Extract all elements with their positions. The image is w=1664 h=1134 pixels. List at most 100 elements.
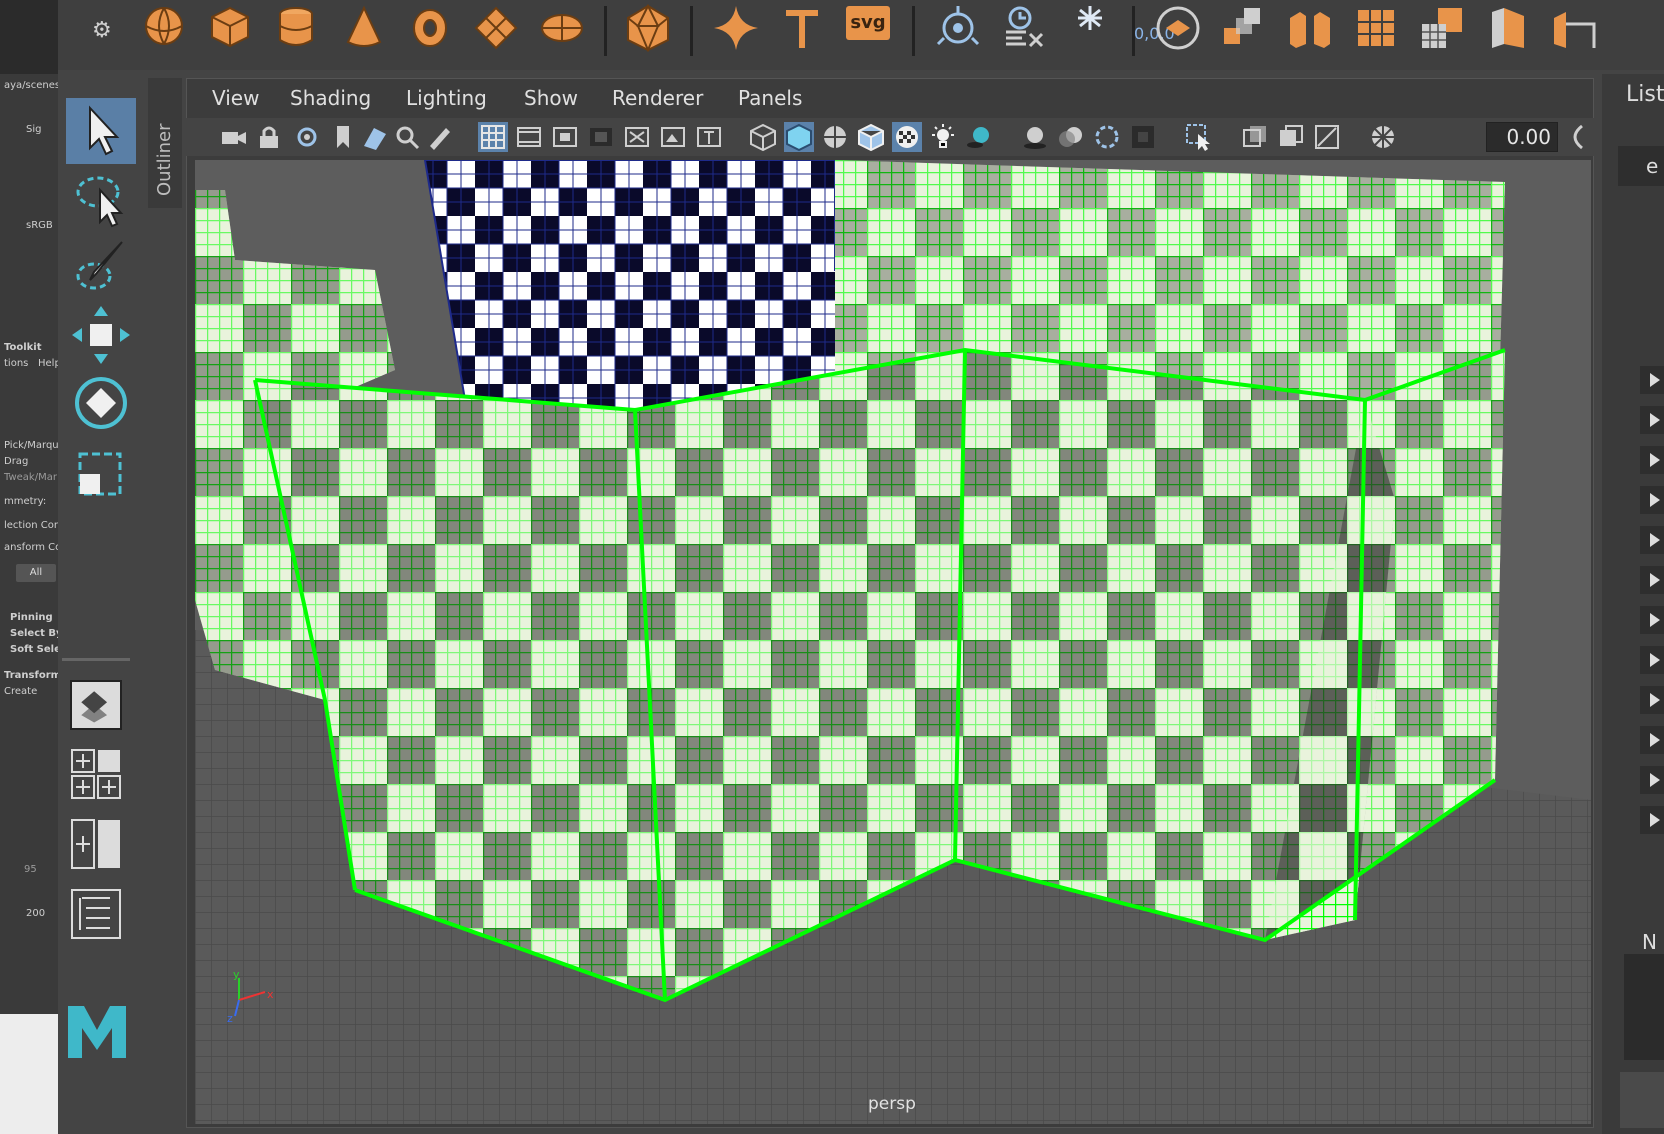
menu-renderer[interactable]: Renderer (612, 86, 703, 110)
shadows-icon[interactable] (964, 122, 994, 152)
combine-icon[interactable] (1220, 4, 1268, 52)
transform-section[interactable]: Transform (4, 670, 58, 681)
bookmark-icon[interactable] (328, 122, 358, 152)
cone-icon[interactable] (340, 4, 388, 52)
paint-select-tool[interactable] (66, 234, 136, 300)
field-chart-icon[interactable] (622, 122, 652, 152)
use-all-lights-icon[interactable] (928, 122, 958, 152)
expand-arrow[interactable] (1640, 486, 1664, 514)
history-delete-icon[interactable] (1000, 4, 1048, 52)
sign-in-button[interactable]: Sig (26, 124, 41, 135)
select-by-section[interactable]: Select By (10, 628, 58, 639)
pinning-section[interactable]: Pinning (10, 612, 53, 623)
expand-arrow[interactable] (1640, 766, 1664, 794)
right-footer-button[interactable] (1620, 1072, 1664, 1128)
expand-arrow[interactable] (1640, 526, 1664, 554)
expand-arrow[interactable] (1640, 566, 1664, 594)
wireframe-shading-icon[interactable] (748, 122, 778, 152)
xray-joints-icon[interactable] (1312, 122, 1342, 152)
platonic-solid-icon[interactable] (624, 4, 672, 52)
grid-extract-icon[interactable] (1352, 4, 1400, 52)
layer-stack-icon[interactable] (1154, 4, 1202, 52)
bevel-icon[interactable] (1484, 4, 1532, 52)
cube-icon[interactable] (206, 4, 254, 52)
right-tab[interactable]: e (1618, 146, 1664, 186)
gate-mask-icon[interactable] (586, 122, 616, 152)
textured-icon[interactable] (892, 122, 922, 152)
xray-icon[interactable] (1240, 122, 1270, 152)
scale-tool[interactable] (66, 440, 136, 506)
svg-icon[interactable]: svg (846, 6, 890, 40)
outliner-tab[interactable]: Outliner (148, 78, 182, 208)
sparkle-icon[interactable] (712, 4, 760, 52)
expand-arrow[interactable] (1640, 806, 1664, 834)
lasso-tool[interactable] (66, 166, 136, 232)
grease-pencil-icon[interactable] (424, 122, 454, 152)
screen-space-ao-icon[interactable] (1020, 122, 1050, 152)
select-tool[interactable] (66, 98, 136, 164)
sphere-icon[interactable] (140, 4, 188, 52)
menu-panels[interactable]: Panels (738, 86, 802, 110)
single-perspective-layout-button[interactable] (70, 680, 122, 730)
soft-select-section[interactable]: Soft Selec (10, 644, 58, 655)
camera-attributes-icon[interactable] (292, 122, 322, 152)
expand-arrow[interactable] (1640, 726, 1664, 754)
exposure-icon[interactable] (1368, 122, 1398, 152)
disc-icon[interactable] (538, 4, 586, 52)
expand-arrow[interactable] (1640, 646, 1664, 674)
options-menu[interactable]: tions (4, 358, 28, 369)
torus-icon[interactable] (406, 4, 454, 52)
all-button[interactable]: All (16, 564, 56, 582)
2d-pan-zoom-icon[interactable] (392, 122, 422, 152)
smooth-mesh-icon[interactable] (1418, 4, 1466, 52)
drag-option[interactable]: Drag (4, 456, 28, 467)
tweak-marquee-option[interactable]: Tweak/Mar (4, 472, 57, 483)
isolate-select-icon[interactable] (1184, 122, 1214, 152)
help-menu[interactable]: Help (38, 358, 58, 369)
expand-arrow[interactable] (1640, 606, 1664, 634)
safe-action-icon[interactable] (658, 122, 688, 152)
expand-arrow[interactable] (1640, 406, 1664, 434)
bridge-icon[interactable] (1550, 4, 1598, 52)
motion-blur-icon[interactable] (1056, 122, 1086, 152)
anti-aliasing-icon[interactable] (1092, 122, 1122, 152)
four-view-layout-button[interactable] (70, 748, 122, 800)
menu-lighting[interactable]: Lighting (406, 86, 487, 110)
cylinder-icon[interactable] (272, 4, 320, 52)
pivot-icon[interactable] (934, 4, 982, 52)
text-tool-icon[interactable] (778, 4, 826, 52)
select-camera-icon[interactable] (218, 122, 248, 152)
separate-icon[interactable] (1286, 4, 1334, 52)
rotate-tool[interactable] (66, 370, 136, 436)
depth-of-field-icon[interactable] (1128, 122, 1158, 152)
frame-200-field[interactable]: 200 (26, 908, 45, 919)
settings-gear-icon[interactable]: ⚙ (92, 18, 112, 43)
gamma-toggle-icon[interactable] (1566, 122, 1586, 152)
resolution-gate-icon[interactable] (550, 122, 580, 152)
freeze-transforms-icon[interactable] (1066, 4, 1114, 52)
pick-marquee-option[interactable]: Pick/Marqu (4, 440, 58, 451)
safe-title-icon[interactable] (694, 122, 724, 152)
smooth-shading-icon[interactable] (784, 122, 814, 152)
create-section[interactable]: Create (4, 686, 37, 697)
image-plane-icon[interactable] (360, 122, 390, 152)
two-view-layout-button[interactable] (70, 818, 122, 870)
film-gate-icon[interactable] (514, 122, 544, 152)
outliner-layout-button[interactable] (70, 888, 122, 940)
perspective-viewport[interactable]: y x z (195, 160, 1591, 1124)
expand-arrow[interactable] (1640, 446, 1664, 474)
menu-shading[interactable]: Shading (290, 86, 371, 110)
gamma-field[interactable]: 0.00 (1486, 122, 1558, 152)
plane-icon[interactable] (472, 4, 520, 52)
grid-toggle-icon[interactable] (478, 122, 508, 152)
menu-view[interactable]: View (212, 86, 259, 110)
list-menu[interactable]: List (1626, 82, 1664, 107)
xray-active-components-icon[interactable] (1276, 122, 1306, 152)
lock-camera-icon[interactable] (254, 122, 284, 152)
expand-arrow[interactable] (1640, 366, 1664, 394)
expand-arrow[interactable] (1640, 686, 1664, 714)
wireframe-on-shaded-icon[interactable] (856, 122, 886, 152)
move-tool[interactable] (66, 302, 136, 368)
default-material-icon[interactable] (820, 122, 850, 152)
menu-show[interactable]: Show (524, 86, 578, 110)
